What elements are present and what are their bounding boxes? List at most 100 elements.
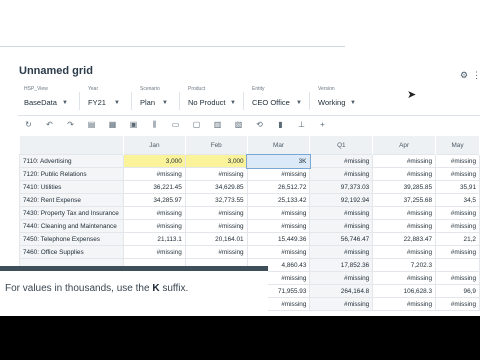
row-header[interactable]: 7450: Telephone Expenses xyxy=(19,232,124,246)
column-header-apr[interactable]: Apr xyxy=(372,136,437,155)
columns-icon[interactable]: ⫼ xyxy=(144,119,165,131)
grid-cell[interactable]: #missing xyxy=(372,297,437,311)
pov-product[interactable]: Product No Product ▼ xyxy=(182,86,244,112)
row-header[interactable]: 7420: Rent Expense xyxy=(19,193,124,207)
grid-cell[interactable]: 36,221.45 xyxy=(122,180,186,194)
grid-cell[interactable]: #missing xyxy=(184,245,248,259)
grid-cell[interactable]: #missing xyxy=(435,206,480,220)
grid-cell[interactable]: 37,255.68 xyxy=(372,193,437,207)
attachment-icon[interactable]: ▢ xyxy=(186,119,207,131)
grid-cell[interactable]: #missing xyxy=(122,245,186,259)
grid-cell[interactable]: #missing xyxy=(309,167,374,181)
grid-cell[interactable]: #missing xyxy=(309,245,374,259)
grid-cell[interactable]: 35,91 xyxy=(435,180,480,194)
redo-icon[interactable]: ↷ xyxy=(60,119,81,131)
grid-cell[interactable]: #missing xyxy=(309,271,374,285)
grid-cell[interactable]: #missing xyxy=(372,245,437,259)
pov-scenario[interactable]: Scenario Plan ▼ xyxy=(134,86,180,112)
grid-cell[interactable]: 3,000 xyxy=(184,154,248,168)
row-header[interactable]: 7410: Utilities xyxy=(19,180,124,194)
grid-cell[interactable]: 21,2 xyxy=(435,232,480,246)
comment-icon[interactable]: ▭ xyxy=(165,119,186,131)
grid-cell[interactable]: 22,883.47 xyxy=(372,232,437,246)
copy-icon[interactable]: ▤ xyxy=(81,119,102,131)
grid-cell[interactable]: 34,285.97 xyxy=(122,193,186,207)
grid-cell[interactable]: #missing xyxy=(122,167,186,181)
grid-cell[interactable]: 3,000 xyxy=(122,154,186,168)
grid-cell[interactable]: 32,773.55 xyxy=(184,193,248,207)
pov-version[interactable]: Version Working ▼ xyxy=(312,86,362,112)
grid-cell[interactable]: #missing xyxy=(372,167,437,181)
grid-cell[interactable]: 25,133.42 xyxy=(246,193,311,207)
row-header[interactable]: 7430: Property Tax and Insurance xyxy=(19,206,124,220)
caption-key: K xyxy=(152,283,160,294)
pov-hsp-view[interactable]: HSP_View BaseData ▼ xyxy=(18,86,80,112)
grid-cell[interactable]: 96,9 xyxy=(435,284,480,298)
grid-cell[interactable]: #missing xyxy=(122,206,186,220)
grid-cell[interactable]: #missing xyxy=(435,297,480,311)
column-header-mar[interactable]: Mar xyxy=(247,136,311,155)
pov-label: Scenario xyxy=(140,86,160,92)
grid-cell[interactable]: 56,746.47 xyxy=(309,232,374,246)
grid-cell[interactable]: #missing xyxy=(122,219,186,233)
undo-icon[interactable]: ↶ xyxy=(39,119,60,131)
grid-cell[interactable]: #missing xyxy=(372,154,437,168)
pov-year[interactable]: Year FY21 ▼ xyxy=(82,86,132,112)
grid-cell[interactable]: #missing xyxy=(435,245,480,259)
refresh-icon[interactable]: ↻ xyxy=(18,119,39,131)
grid-cell[interactable]: #missing xyxy=(372,271,437,285)
add-icon[interactable]: + xyxy=(312,119,333,131)
grid-cell[interactable]: #missing xyxy=(184,167,248,181)
grid-cell[interactable]: #missing xyxy=(309,154,374,168)
grid-cell[interactable]: #missing xyxy=(435,271,480,285)
user-settings-icon[interactable]: ⚙ xyxy=(460,70,468,81)
column-header-jan[interactable]: Jan xyxy=(123,136,186,155)
grid-cell[interactable]: 21,113.1 xyxy=(122,232,186,246)
row-header[interactable]: 7120: Public Relations xyxy=(19,167,124,181)
grid-cell[interactable]: 92,192.94 xyxy=(309,193,374,207)
grid-cell-selected[interactable]: 3K xyxy=(246,153,311,169)
grid-cell[interactable]: 26,512.72 xyxy=(246,180,311,194)
grid-cell[interactable]: 17,852.36 xyxy=(309,258,374,272)
grid-cell[interactable]: 20,164.01 xyxy=(184,232,248,246)
grid-cell[interactable]: #missing xyxy=(309,206,374,220)
grid-cell[interactable]: #missing xyxy=(435,154,480,168)
more-icon[interactable]: ⋮ xyxy=(472,70,480,81)
chevron-down-icon: ▼ xyxy=(114,100,120,106)
grid-cell[interactable]: 34,629.85 xyxy=(184,180,248,194)
grid-cell[interactable]: #missing xyxy=(246,245,311,259)
grid-cell[interactable]: 97,373.03 xyxy=(309,180,374,194)
grid-cell[interactable]: #missing xyxy=(435,167,480,181)
lock-icon[interactable]: ▮ xyxy=(270,119,291,131)
column-header-feb[interactable]: Feb xyxy=(185,136,248,155)
row-header[interactable]: 7440: Cleaning and Maintenance xyxy=(19,219,124,233)
grid-cell[interactable]: #missing xyxy=(372,206,437,220)
row-header[interactable]: 7460: Office Supplies xyxy=(19,245,124,259)
row-header[interactable]: 7110: Advertising xyxy=(19,154,124,168)
grid-cell[interactable]: 7,202.3 xyxy=(372,258,437,272)
column-header-q1[interactable]: Q1 xyxy=(309,136,374,155)
grid-cell[interactable]: #missing xyxy=(246,206,311,220)
details-icon[interactable]: ▧ xyxy=(228,119,249,131)
grid-cell[interactable]: 15,449.36 xyxy=(246,232,311,246)
history-icon[interactable]: ⟲ xyxy=(249,119,270,131)
grid-cell[interactable]: #missing xyxy=(184,206,248,220)
grid-cell[interactable]: 39,285.85 xyxy=(372,180,437,194)
paste-icon[interactable]: ▦ xyxy=(102,119,123,131)
grid-cell[interactable]: 264,164.8 xyxy=(309,284,374,298)
grid-cell[interactable]: #missing xyxy=(246,219,311,233)
pov-entity[interactable]: Entity CEO Office ▼ xyxy=(246,86,310,112)
grid-cell[interactable]: #missing xyxy=(246,167,311,181)
grid-cell[interactable]: #missing xyxy=(372,219,437,233)
cut-icon[interactable]: ▣ xyxy=(123,119,144,131)
adjust-icon[interactable]: ▥ xyxy=(207,119,228,131)
grid-cell[interactable] xyxy=(435,258,480,272)
clear-icon[interactable]: ⊥ xyxy=(291,119,312,131)
grid-cell[interactable]: 34,5 xyxy=(435,193,480,207)
column-header-may[interactable]: May xyxy=(435,136,480,155)
grid-cell[interactable]: #missing xyxy=(435,219,480,233)
grid-cell[interactable]: #missing xyxy=(184,219,248,233)
grid-cell[interactable]: #missing xyxy=(309,219,374,233)
grid-cell[interactable]: #missing xyxy=(309,297,374,311)
grid-cell[interactable]: 106,628.3 xyxy=(372,284,437,298)
